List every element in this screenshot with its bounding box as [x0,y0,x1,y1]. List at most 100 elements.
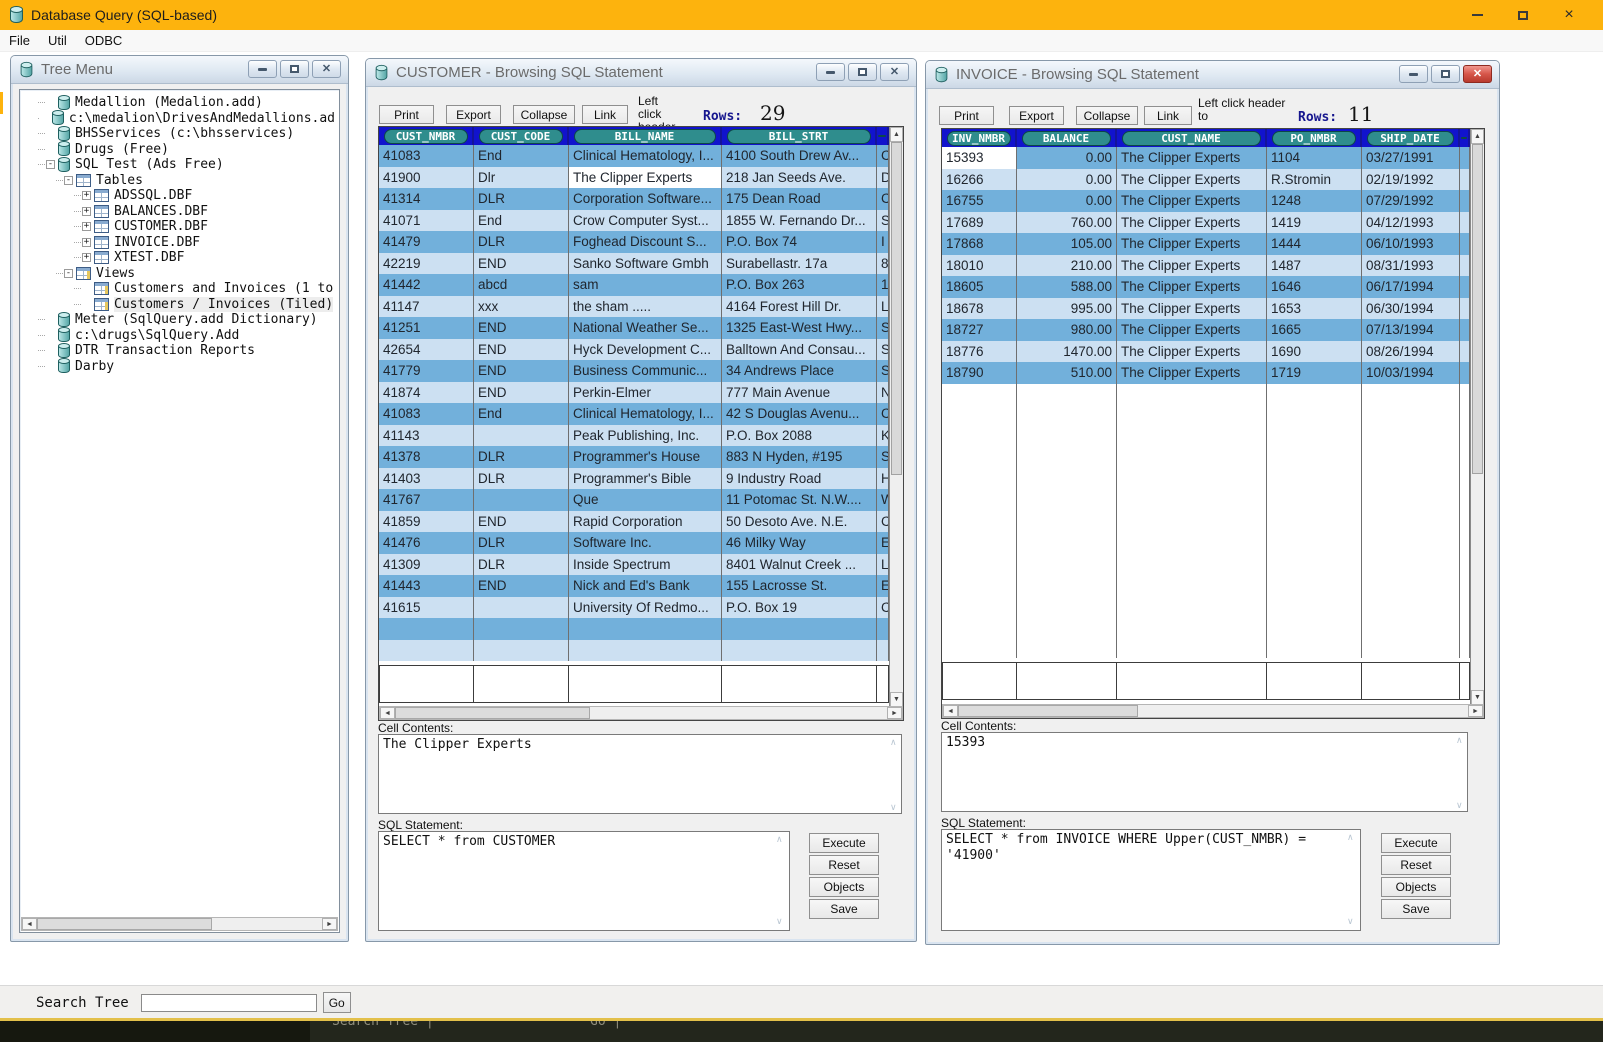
execute-button[interactable]: Execute [809,833,879,853]
grid-cell[interactable]: 06/30/1994 [1362,298,1460,320]
objects-button[interactable]: Objects [1381,877,1451,897]
tree-item[interactable]: + ADSSQL.DBF [24,188,335,204]
grid-cell[interactable]: 18727 [942,319,1017,341]
scroll-right-icon[interactable]: ► [322,918,337,930]
grid-cell[interactable]: Rapid Corporation [569,511,722,533]
grid-cell[interactable]: 41859 [379,511,474,533]
grid-cell[interactable]: 41309 [379,554,474,576]
grid-cell[interactable]: 4164 Forest Hill Dr. [722,296,877,318]
grid-cell-clipped[interactable] [1460,212,1470,234]
expand-toggle-icon[interactable]: + [82,191,91,200]
grid-cell[interactable]: 07/29/1992 [1362,190,1460,212]
grid-cell[interactable]: 46 Milky Way [722,532,877,554]
column-header[interactable]: SHIP_DATE [1362,129,1460,147]
collapse-button[interactable]: Collapse [1076,106,1138,125]
maximize-icon[interactable] [848,63,877,81]
collapse-button[interactable]: Collapse [513,105,575,124]
grid-cell[interactable]: 41442 [379,274,474,296]
grid-cell[interactable]: 04/12/1993 [1362,212,1460,234]
grid-cell[interactable]: 34 Andrews Place [722,360,877,382]
tree-item[interactable]: Medallion (Medalion.add) [24,95,335,111]
grid-cell-clipped[interactable] [1460,233,1470,255]
grid-cell[interactable]: The Clipper Experts [1117,341,1267,363]
maximize-icon[interactable] [1431,65,1460,83]
grid-cell[interactable]: 41874 [379,382,474,404]
grid-cell[interactable]: 1325 East-West Hwy... [722,317,877,339]
grid-cell-clipped[interactable]: D [877,167,889,189]
grid-cell[interactable]: 17689 [942,212,1017,234]
grid-cell[interactable] [474,597,569,619]
scrollbar-thumb[interactable] [37,918,212,930]
scroll-up-icon[interactable]: ∧ [890,738,914,747]
grid-cell[interactable]: End [474,403,569,425]
grid-cell[interactable]: 588.00 [1017,276,1117,298]
menu-item[interactable]: Util [39,33,76,48]
grid-cell[interactable]: The Clipper Experts [1117,212,1267,234]
grid-cell[interactable]: END [474,317,569,339]
grid-cell[interactable]: End [474,145,569,167]
tree-item[interactable]: - Views [24,266,335,282]
grid-cell[interactable]: The Clipper Experts [1117,319,1267,341]
grid-cell-clipped[interactable]: S [877,360,889,382]
tree-item[interactable]: Customers / Invoices (Tiled) [24,297,335,313]
scroll-up-icon[interactable]: ∧ [1456,736,1497,745]
grid-cell-clipped[interactable]: C [877,188,889,210]
grid-cell[interactable]: 16755 [942,190,1017,212]
grid-cell[interactable]: Programmer's Bible [569,468,722,490]
tree-item[interactable]: DTR Transaction Reports [24,343,335,359]
scroll-down-icon[interactable]: ∨ [890,803,914,812]
grid-cell[interactable]: END [474,253,569,275]
grid-cell-clipped[interactable]: L [877,554,889,576]
cell-contents-box[interactable]: The Clipper Experts [378,734,902,814]
close-icon[interactable]: ✕ [1463,65,1492,83]
grid-cell[interactable]: Perkin-Elmer [569,382,722,404]
grid-cell[interactable]: 105.00 [1017,233,1117,255]
grid-cell[interactable]: The Clipper Experts [1117,190,1267,212]
reset-button[interactable]: Reset [1381,855,1451,875]
customer-vertical-scrollbar[interactable]: ▲ ▼ [889,127,903,707]
grid-cell-clipped[interactable]: W [877,489,889,511]
grid-cell[interactable]: 08/26/1994 [1362,341,1460,363]
expand-toggle-icon[interactable]: - [46,160,55,169]
empty-row[interactable] [379,618,889,640]
grid-cell[interactable]: END [474,382,569,404]
go-button[interactable]: Go [323,992,351,1013]
close-icon[interactable]: ✕ [880,63,909,81]
grid-cell[interactable]: 175 Dean Road [722,188,877,210]
save-button[interactable]: Save [809,899,879,919]
column-header[interactable]: CUST_CODE [474,127,569,145]
grid-cell[interactable]: Crow Computer Syst... [569,210,722,232]
grid-cell-clipped[interactable]: K [877,425,889,447]
tree-item[interactable]: - SQL Test (Ads Free) [24,157,335,173]
grid-cell[interactable]: P.O. Box 263 [722,274,877,296]
grid-cell[interactable]: END [474,360,569,382]
minimize-icon[interactable] [1461,0,1493,30]
column-header-partial[interactable] [1460,129,1470,147]
entry-row[interactable] [942,662,1470,700]
grid-cell[interactable]: 42654 [379,339,474,361]
grid-cell-clipped[interactable]: E [877,532,889,554]
scroll-down-icon[interactable]: ∨ [1456,801,1497,810]
grid-cell[interactable] [474,489,569,511]
grid-cell-clipped[interactable] [1460,147,1470,169]
grid-cell[interactable]: Peak Publishing, Inc. [569,425,722,447]
grid-cell[interactable]: 41476 [379,532,474,554]
grid-cell-clipped[interactable] [1460,319,1470,341]
grid-cell[interactable]: 41479 [379,231,474,253]
grid-cell[interactable]: 1646 [1267,276,1362,298]
grid-cell[interactable]: sam [569,274,722,296]
scroll-left-icon[interactable]: ◄ [380,707,395,719]
grid-cell[interactable]: 41615 [379,597,474,619]
grid-cell[interactable]: 0.00 [1017,190,1117,212]
expand-toggle-icon[interactable]: + [82,222,91,231]
column-header[interactable]: CUST_NMBR [379,127,474,145]
grid-cell[interactable]: 1653 [1267,298,1362,320]
grid-cell[interactable]: 1855 W. Fernando Dr... [722,210,877,232]
grid-cell[interactable]: 02/19/1992 [1362,169,1460,191]
link-button[interactable]: Link [582,105,628,124]
grid-cell[interactable]: DLR [474,231,569,253]
grid-cell[interactable]: 1690 [1267,341,1362,363]
grid-cell[interactable]: 41251 [379,317,474,339]
grid-cell[interactable]: P.O. Box 74 [722,231,877,253]
expand-toggle-icon[interactable]: + [82,238,91,247]
